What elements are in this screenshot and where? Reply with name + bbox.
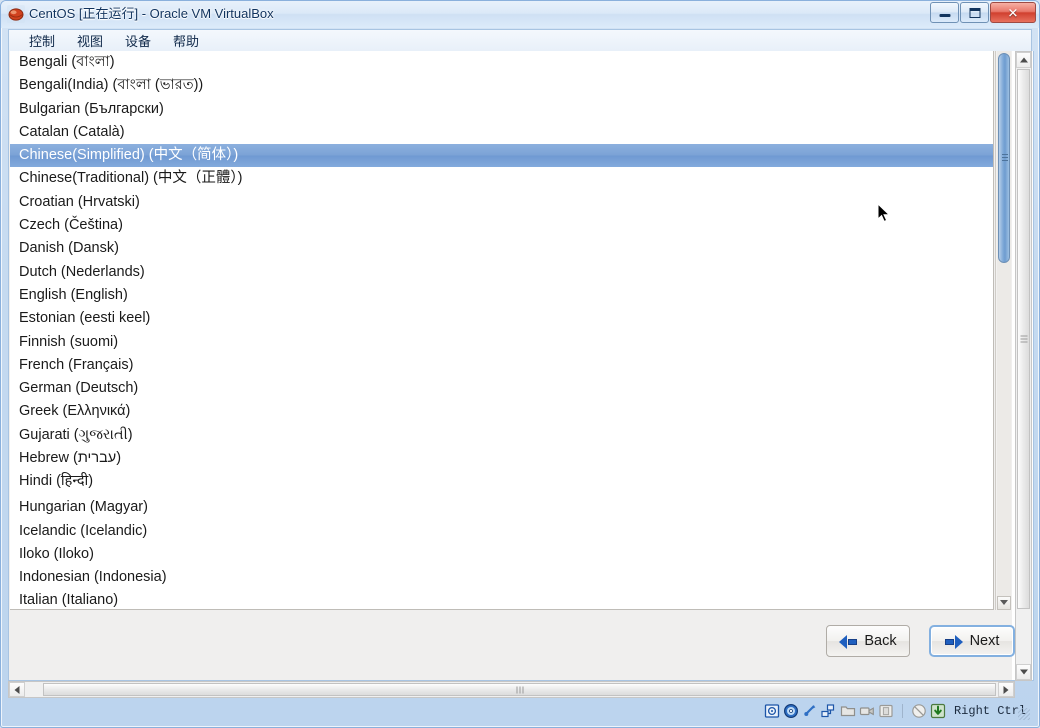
virtualbox-logo-icon <box>7 5 25 23</box>
chevron-down-icon <box>1019 669 1028 675</box>
language-list-item[interactable]: French (Français) <box>10 354 993 377</box>
language-list-item[interactable]: Bengali (বাংলা) <box>10 51 993 74</box>
language-list-item[interactable]: Chinese(Traditional) (中文（正體）) <box>10 167 993 190</box>
next-button-label: Next <box>969 633 1000 649</box>
language-list-item[interactable]: Iloko (Iloko) <box>10 543 993 566</box>
chevron-left-icon <box>14 685 20 694</box>
window-title: CentOS [正在运行] - Oracle VM VirtualBox <box>29 6 274 21</box>
language-list-item[interactable]: Catalan (Català) <box>10 121 993 144</box>
language-list-scrollbar[interactable] <box>995 51 1011 610</box>
chevron-right-icon <box>1003 685 1009 694</box>
vm-status-bar: Right Ctrl <box>8 700 1032 722</box>
scroll-up-button[interactable] <box>1016 52 1031 68</box>
usb-icon[interactable] <box>802 703 818 719</box>
scroll-right-button[interactable] <box>998 682 1014 697</box>
anaconda-installer: Bengali (বাংলা) Bengali(India) (বাংলা (ভা… <box>9 51 1015 680</box>
scroll-grip-icon <box>516 686 523 693</box>
vm-vscroll-thumb[interactable] <box>1017 69 1030 609</box>
installer-button-bar: Back Next <box>9 613 1015 673</box>
guest-screen: Bengali (বাংলা) Bengali(India) (বাংলা (ভা… <box>8 51 1034 681</box>
resize-grip-icon[interactable] <box>1018 708 1030 720</box>
vm-hscroll-thumb[interactable] <box>43 683 996 696</box>
next-button[interactable]: Next <box>929 625 1015 657</box>
language-list-item[interactable]: Hebrew (עברית) <box>10 447 993 470</box>
language-list-item[interactable]: Icelandic (Icelandic) <box>10 520 993 543</box>
optical-disk-icon[interactable] <box>783 703 799 719</box>
status-icons: Right Ctrl <box>764 703 1026 719</box>
language-list-item[interactable]: Bengali(India) (বাংলা (ভারত)) <box>10 74 993 97</box>
arrow-left-icon <box>839 634 858 649</box>
language-list-item[interactable]: English (English) <box>10 284 993 307</box>
minimize-button[interactable] <box>930 2 959 23</box>
minimize-icon <box>939 13 950 17</box>
vm-vertical-scrollbar[interactable] <box>1015 51 1032 681</box>
close-icon: ✕ <box>1007 5 1019 20</box>
video-capture-icon[interactable] <box>859 703 875 719</box>
virtualbox-window: CentOS [正在运行] - Oracle VM VirtualBox ✕ 控… <box>0 0 1040 728</box>
language-list-item[interactable]: Italian (Italiano) <box>10 589 993 609</box>
menu-view[interactable]: 视图 <box>66 29 114 52</box>
network-icon[interactable] <box>821 703 837 719</box>
close-button[interactable]: ✕ <box>990 2 1036 23</box>
back-button-label: Back <box>864 633 897 649</box>
window-controls: ✕ <box>929 2 1036 24</box>
scrollbar-grip-icon <box>1002 154 1008 162</box>
chevron-up-icon <box>1019 57 1028 63</box>
language-list-item[interactable]: Hindi (हिन्दी) <box>10 470 993 493</box>
language-list-item[interactable]: Greek (Ελληνικά) <box>10 400 993 423</box>
maximize-button[interactable] <box>960 2 989 23</box>
language-list-item[interactable]: Hungarian (Magyar) <box>10 496 993 519</box>
screenshot-root: CentOS [正在运行] - Oracle VM VirtualBox ✕ 控… <box>0 0 1040 728</box>
menu-help[interactable]: 帮助 <box>162 29 210 52</box>
language-list-item[interactable]: Bulgarian (Български) <box>10 98 993 121</box>
language-list-item[interactable]: Gujarati (ગુજરાતી) <box>10 424 993 447</box>
language-list-item[interactable]: Croatian (Hrvatski) <box>10 191 993 214</box>
scroll-grip-icon <box>1020 335 1027 343</box>
mouse-cursor <box>877 202 892 224</box>
vm-horizontal-scrollbar[interactable] <box>8 681 1015 698</box>
language-list[interactable]: Bengali (বাংলা) Bengali(India) (বাংলা (ভা… <box>10 51 993 609</box>
mouse-integration-icon[interactable] <box>911 703 927 719</box>
scrollbar-down-button[interactable] <box>997 596 1011 610</box>
arrow-right-icon <box>944 634 963 649</box>
language-list-item[interactable]: Czech (Čeština) <box>10 214 993 237</box>
host-key-icon[interactable] <box>930 703 946 719</box>
language-list-item[interactable]: Estonian (eesti keel) <box>10 307 993 330</box>
language-list-item[interactable]: German (Deutsch) <box>10 377 993 400</box>
display-icon[interactable] <box>878 703 894 719</box>
language-list-item[interactable]: Finnish (suomi) <box>10 331 993 354</box>
scrollbar-thumb[interactable] <box>998 53 1010 263</box>
scroll-down-button[interactable] <box>1016 664 1031 680</box>
shared-folders-icon[interactable] <box>840 703 856 719</box>
language-list-item[interactable]: Dutch (Nederlands) <box>10 261 993 284</box>
language-list-item[interactable]: Danish (Dansk) <box>10 237 993 260</box>
host-key-label: Right Ctrl <box>953 704 1026 718</box>
language-list-frame: Bengali (বাংলা) Bengali(India) (বাংলা (ভা… <box>10 51 994 610</box>
hard-disk-icon[interactable] <box>764 703 780 719</box>
status-separator <box>901 704 903 718</box>
scroll-left-button[interactable] <box>9 682 25 697</box>
menu-devices[interactable]: 设备 <box>114 29 162 52</box>
title-bar[interactable]: CentOS [正在运行] - Oracle VM VirtualBox ✕ <box>1 1 1039 28</box>
language-list-item[interactable]: Indonesian (Indonesia) <box>10 566 993 589</box>
menu-bar: 控制 视图 设备 帮助 <box>8 29 1032 51</box>
menu-control[interactable]: 控制 <box>18 29 66 52</box>
chevron-down-icon <box>1000 600 1008 605</box>
language-list-item[interactable]: Chinese(Simplified) (中文（简体）) <box>10 144 993 168</box>
back-button[interactable]: Back <box>826 625 910 657</box>
maximize-icon <box>969 7 980 18</box>
